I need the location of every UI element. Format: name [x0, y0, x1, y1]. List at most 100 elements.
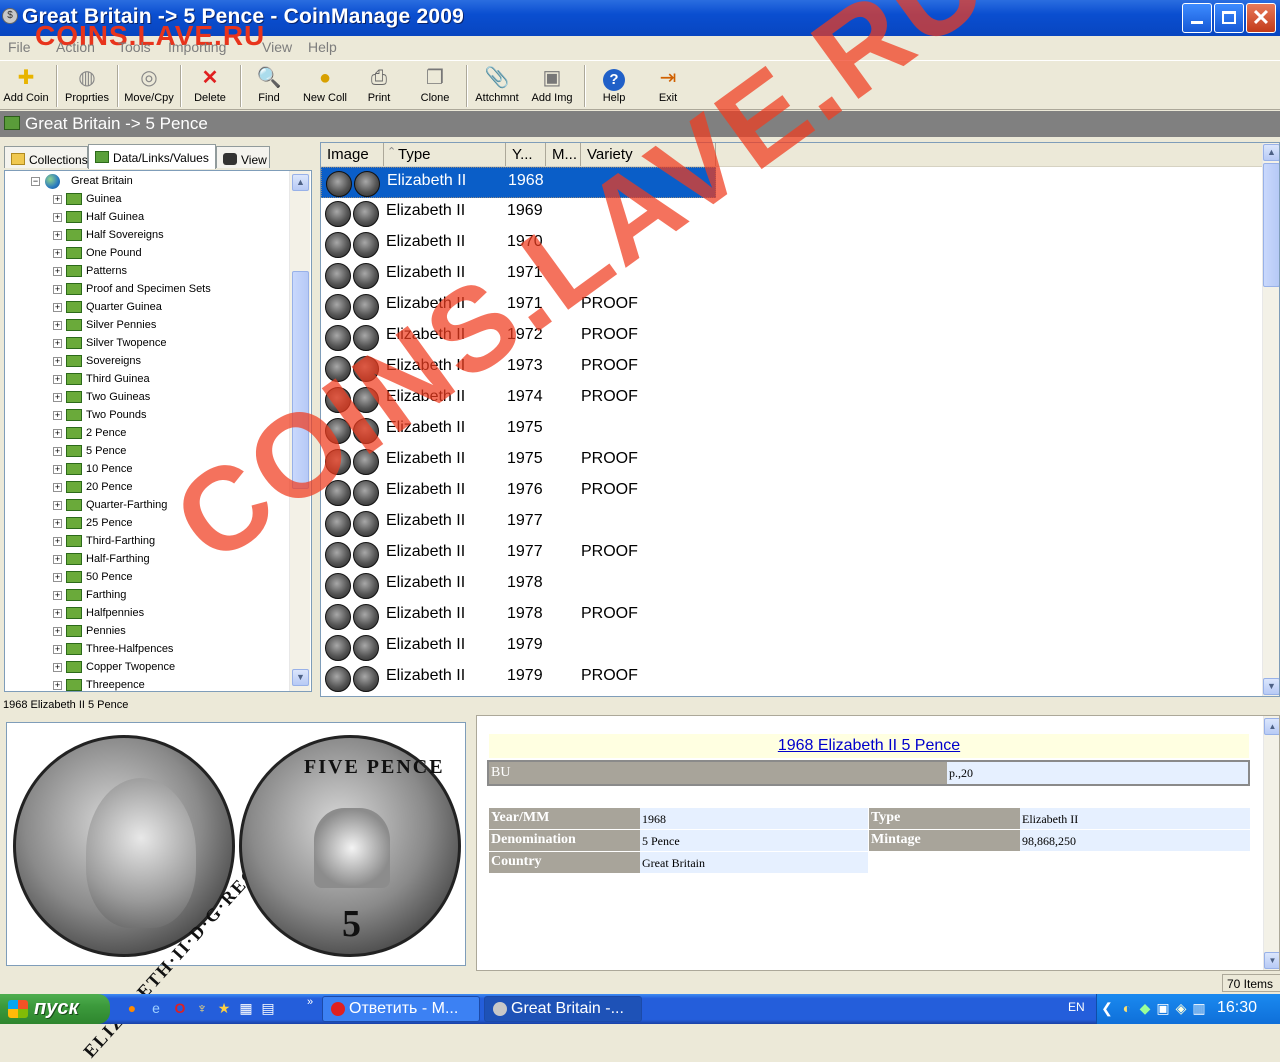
start-button[interactable]: пуск	[0, 994, 110, 1024]
expand-icon[interactable]: +	[53, 609, 62, 618]
expand-icon[interactable]: +	[53, 393, 62, 402]
table-row[interactable]: Elizabeth II 1977 PROOF	[321, 539, 716, 570]
expand-icon[interactable]: +	[53, 627, 62, 636]
table-row[interactable]: Elizabeth II 1978	[321, 570, 716, 601]
list-scroll-down-button[interactable]: ▼	[1263, 678, 1279, 695]
tray-app-icon-4[interactable]: ◈	[1173, 1000, 1189, 1016]
table-row[interactable]: Elizabeth II 1975	[321, 415, 716, 446]
app-icon[interactable]: $	[2, 8, 18, 24]
table-row[interactable]: Elizabeth II 1979 PROOF	[321, 663, 716, 694]
table-row[interactable]: Elizabeth II 1970	[321, 229, 716, 260]
column-mint[interactable]: M...	[546, 143, 581, 166]
menu-importing[interactable]: Importing	[168, 39, 226, 55]
collection-tree[interactable]: − Great Britain + Guinea + Half Guinea + Half S…	[4, 170, 312, 692]
attachment-button[interactable]: 📎 Attchmnt	[474, 64, 520, 108]
tray-expand-icon[interactable]: ❮	[1099, 1000, 1115, 1016]
expand-icon[interactable]: +	[53, 591, 62, 600]
table-row[interactable]: Elizabeth II 1971	[321, 260, 716, 291]
expand-icon[interactable]: +	[53, 375, 62, 384]
expand-icon[interactable]: +	[53, 681, 62, 690]
column-type[interactable]: ⌃ Type	[384, 143, 506, 166]
table-row[interactable]: Elizabeth II 1971 PROOF	[321, 291, 716, 322]
expand-icon[interactable]: +	[53, 573, 62, 582]
table-row[interactable]: Elizabeth II 1975 PROOF	[321, 446, 716, 477]
expand-icon[interactable]: +	[53, 249, 62, 258]
close-button[interactable]: ✕	[1246, 3, 1276, 33]
tray-network-icon[interactable]: ▥	[1191, 1000, 1207, 1016]
exit-button[interactable]: ⇥ Exit	[650, 64, 686, 108]
coin-image-panel[interactable]: ELIZABETH·II·D·G·REG·F·D·2001 FIVE PENCE…	[6, 722, 466, 1061]
table-row[interactable]: Elizabeth II 1972 PROOF	[321, 322, 716, 353]
expand-icon[interactable]: +	[53, 357, 62, 366]
table-row[interactable]: Elizabeth II 1974 PROOF	[321, 384, 716, 415]
detail-scroll-down-button[interactable]: ▼	[1264, 952, 1279, 969]
tray-app-icon-3[interactable]: ▣	[1155, 1000, 1171, 1016]
tab-data-links-values[interactable]: Data/Links/Values	[88, 144, 216, 169]
favorites-icon[interactable]: ★	[216, 1000, 232, 1016]
expand-icon[interactable]: +	[53, 321, 62, 330]
tray-app-icon-1[interactable]: ◐	[1119, 1000, 1135, 1016]
expand-icon[interactable]: +	[53, 483, 62, 492]
detail-scrollbar[interactable]: ▲ ▼	[1263, 716, 1279, 970]
calculator-icon[interactable]: ▦	[238, 1000, 254, 1016]
table-row[interactable]: Elizabeth II 1978 PROOF	[321, 601, 716, 632]
taskbar-item-opera[interactable]: Ответить - М...	[322, 996, 480, 1022]
expand-icon[interactable]: +	[53, 213, 62, 222]
expand-icon[interactable]: +	[53, 555, 62, 564]
show-desktop-icon[interactable]: ▤	[260, 1000, 276, 1016]
new-collection-button[interactable]: ● New Coll	[300, 64, 350, 108]
quicklaunch-overflow-icon[interactable]: »	[302, 994, 318, 1010]
table-row[interactable]: Elizabeth II 1968	[321, 167, 716, 198]
table-row[interactable]: Elizabeth II 1973 PROOF	[321, 353, 716, 384]
expand-icon[interactable]: +	[53, 537, 62, 546]
minimize-button[interactable]	[1182, 3, 1212, 33]
opera-icon[interactable]: O	[172, 1000, 188, 1016]
properties-button[interactable]: ◍ Proprties	[62, 64, 112, 108]
delete-button[interactable]: ✕ Delete	[188, 64, 232, 108]
expand-icon[interactable]: +	[53, 303, 62, 312]
help-button[interactable]: ? Help	[594, 64, 634, 108]
expand-icon[interactable]: +	[53, 519, 62, 528]
expand-icon[interactable]: +	[53, 501, 62, 510]
expand-icon[interactable]: +	[53, 645, 62, 654]
clone-button[interactable]: ❐ Clone	[414, 64, 456, 108]
detail-title[interactable]: 1968 Elizabeth II 5 Pence	[489, 734, 1249, 758]
menu-help[interactable]: Help	[308, 39, 337, 55]
menu-file[interactable]: File	[8, 39, 31, 55]
table-row[interactable]: Elizabeth II 1969	[321, 198, 716, 229]
find-button[interactable]: 🔍 Find	[248, 64, 290, 108]
tab-collections[interactable]: Collections	[4, 146, 88, 168]
table-row[interactable]: Elizabeth II 1976 PROOF	[321, 477, 716, 508]
add-coin-button[interactable]: ✚ Add Coin	[2, 64, 50, 108]
print-button[interactable]: ⎙ Print	[358, 64, 400, 108]
expand-icon[interactable]: +	[53, 465, 62, 474]
column-image[interactable]: Image	[321, 143, 384, 166]
column-year[interactable]: Y...	[506, 143, 546, 166]
expand-icon[interactable]: +	[53, 447, 62, 456]
firefox-icon[interactable]: ●	[124, 1000, 140, 1016]
tray-app-icon-2[interactable]: ◆	[1137, 1000, 1153, 1016]
expand-icon[interactable]: +	[53, 429, 62, 438]
scroll-up-button[interactable]: ▲	[292, 174, 309, 191]
list-scroll-up-button[interactable]: ▲	[1263, 144, 1279, 161]
expand-icon[interactable]: +	[53, 195, 62, 204]
taskbar-item-coinmanage[interactable]: Great Britain -...	[484, 996, 642, 1022]
coin-list[interactable]: Image ⌃ Type Y... M... Variety Elizabeth …	[320, 142, 1280, 697]
list-scroll-thumb[interactable]	[1263, 163, 1279, 287]
list-scrollbar[interactable]: ▲ ▼	[1262, 143, 1279, 696]
expand-icon[interactable]: +	[53, 231, 62, 240]
add-image-button[interactable]: ▣ Add Img	[530, 64, 574, 108]
expand-icon[interactable]: +	[53, 285, 62, 294]
menu-view[interactable]: View	[262, 39, 292, 55]
move-copy-button[interactable]: ◎ Move/Cpy	[122, 64, 176, 108]
expand-icon[interactable]: +	[53, 267, 62, 276]
scroll-thumb[interactable]	[292, 271, 309, 489]
menu-action[interactable]: Action	[56, 39, 95, 55]
scroll-down-button[interactable]: ▼	[292, 669, 309, 686]
menu-tools[interactable]: Tools	[118, 39, 151, 55]
table-row[interactable]: Elizabeth II 1977	[321, 508, 716, 539]
expand-icon[interactable]: +	[53, 411, 62, 420]
language-indicator[interactable]: EN	[1068, 1000, 1085, 1014]
collapse-icon[interactable]: −	[31, 177, 40, 186]
column-variety[interactable]: Variety	[581, 143, 716, 166]
